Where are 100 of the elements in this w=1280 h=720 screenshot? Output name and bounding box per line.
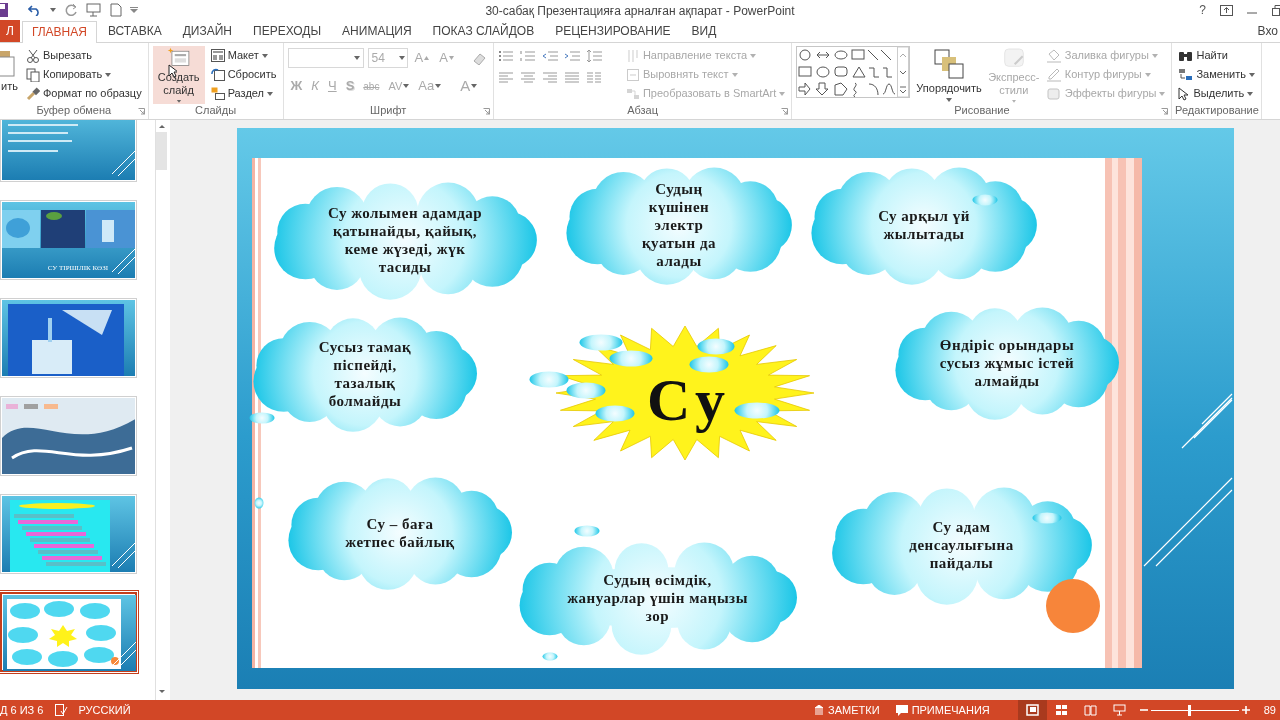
group-label: Слайды xyxy=(195,102,237,118)
circle-shape xyxy=(1045,578,1101,634)
binoculars-icon xyxy=(1178,49,1194,62)
scrollbar-thumb[interactable] xyxy=(156,132,167,170)
dialog-launcher-icon[interactable] xyxy=(137,108,145,115)
zoom-slider-thumb[interactable] xyxy=(1187,704,1191,716)
reading-view-icon xyxy=(1083,704,1097,716)
layout-button[interactable]: Макет xyxy=(208,46,279,65)
bubble-shape xyxy=(566,381,606,399)
redo-icon[interactable] xyxy=(64,3,78,17)
sign-in-link[interactable]: Вхо xyxy=(1257,20,1278,42)
copy-icon xyxy=(26,67,40,82)
slide-counter: Д 6 ИЗ 6 xyxy=(0,702,44,718)
cloud-text: Өндіріс орындары сусыз жұмыс істей алмайды xyxy=(939,335,1075,390)
line-spacing-icon[interactable] xyxy=(585,49,604,63)
window-title: 30-сабақ Презентацияға арналған ақпарат - PowerPoint xyxy=(485,3,795,20)
reset-icon xyxy=(210,68,225,81)
cloud-text: Су адам денсаулығына пайдалы xyxy=(908,518,1015,572)
layout-icon xyxy=(210,49,225,62)
file-tab[interactable]: Л xyxy=(0,20,20,42)
ribbon-display-icon[interactable] xyxy=(1220,4,1233,16)
paintbrush-icon xyxy=(26,86,40,101)
ribbon-tab[interactable]: АНИМАЦИЯ xyxy=(332,20,422,42)
scissors-icon xyxy=(26,48,40,63)
zoom-in-icon[interactable] xyxy=(1241,706,1250,714)
down-caret-icon xyxy=(448,56,454,60)
zoom-level[interactable]: 89 xyxy=(1263,701,1276,719)
comment-icon xyxy=(895,704,908,716)
ribbon-tab[interactable]: ПОКАЗ СЛАЙДОВ xyxy=(422,20,545,42)
reset-button[interactable]: Сбросить xyxy=(208,65,279,84)
cloud-text: Судың өсімдік, жануарлар үшін маңызы зор xyxy=(566,570,749,625)
copy-button[interactable]: Копировать xyxy=(24,65,144,84)
bubble-shape xyxy=(609,349,653,367)
smartart-icon xyxy=(625,86,640,101)
bubble-shape xyxy=(542,651,558,661)
bubble-shape xyxy=(574,525,600,537)
restore-icon[interactable] xyxy=(1272,4,1280,16)
bubble-shape xyxy=(595,404,635,422)
bubble-shape xyxy=(254,497,264,509)
cut-button[interactable]: Вырезать xyxy=(24,46,144,65)
group-label: Шрифт xyxy=(370,102,407,118)
ribbon-tab[interactable]: ПЕРЕХОДЫ xyxy=(243,20,332,42)
ribbon-tab[interactable]: РЕЦЕНЗИРОВАНИЕ xyxy=(545,20,681,42)
notes-button[interactable]: ЗАМЕТКИ xyxy=(810,700,884,720)
bubble-shape xyxy=(734,401,780,419)
arrange-icon xyxy=(932,47,967,79)
gallery-scroll-icon[interactable] xyxy=(897,47,910,97)
language-indicator[interactable]: РУССКИЙ xyxy=(78,701,131,719)
normal-view-button[interactable] xyxy=(1017,700,1047,720)
numbering-icon[interactable] xyxy=(519,49,538,63)
decrease-indent-icon[interactable] xyxy=(541,49,560,63)
eraser-icon xyxy=(471,51,486,65)
section-icon xyxy=(210,87,225,100)
replace-icon xyxy=(1178,68,1194,81)
pointer-icon xyxy=(1178,86,1191,101)
bubble-shape xyxy=(1032,512,1062,524)
spellcheck-icon[interactable] xyxy=(55,704,69,716)
notes-icon xyxy=(814,704,825,716)
find-button[interactable]: Найти xyxy=(1176,46,1257,65)
caret-icon xyxy=(353,56,360,60)
presenter-icon[interactable] xyxy=(86,3,102,17)
replace-button[interactable]: Заменить xyxy=(1176,65,1257,84)
undo-icon[interactable] xyxy=(28,4,42,16)
bubble-shape xyxy=(249,412,275,424)
align-text-icon xyxy=(625,67,640,82)
new-slide-button[interactable]: Создать слайд xyxy=(152,46,205,104)
cloud-text: Су арқыл үй жылытады xyxy=(877,207,971,243)
select-button[interactable]: Выделить xyxy=(1176,84,1257,103)
bubble-shape xyxy=(579,333,623,351)
format-painter-button[interactable]: Формат по образцу xyxy=(24,84,144,103)
zoom-out-icon[interactable] xyxy=(1139,706,1148,714)
bubble-shape xyxy=(972,194,998,206)
shapes-gallery[interactable] xyxy=(796,46,911,98)
bubble-shape xyxy=(697,337,735,355)
text-direction-icon xyxy=(625,48,640,63)
cloud-text: Су – баға жетпес байлық xyxy=(345,514,455,551)
slideshow-icon xyxy=(1112,704,1126,716)
customize-caret-icon[interactable] xyxy=(130,7,138,13)
ribbon-tab[interactable]: ГЛАВНАЯ xyxy=(21,21,97,43)
increase-indent-icon[interactable] xyxy=(563,49,582,63)
cloud-text: Су жолымен адамдар қатынайды, қайық, кеме жүзеді, жүк тасиды xyxy=(326,204,484,276)
caret-icon xyxy=(398,56,405,60)
bullets-icon[interactable] xyxy=(497,49,516,63)
comments-button[interactable]: ПРИМЕЧАНИЯ xyxy=(891,700,994,720)
scrollbar[interactable] xyxy=(155,120,168,700)
dialog-launcher-icon[interactable] xyxy=(1161,108,1169,115)
arrange-button[interactable]: Упорядочить xyxy=(914,46,984,104)
cloud-text: Судың күшінен электр қуатын да алады xyxy=(640,180,718,270)
new-document-icon[interactable] xyxy=(110,3,122,17)
ribbon-tab[interactable]: ВСТАВКА xyxy=(97,20,172,42)
ribbon-tab[interactable]: ДИЗАЙН xyxy=(172,20,243,42)
group-label: Редактирование xyxy=(1175,102,1259,118)
normal-view-icon xyxy=(1025,704,1039,716)
section-button[interactable]: Раздел xyxy=(208,84,279,103)
paste-button[interactable]: ить xyxy=(0,46,20,104)
ribbon-tab[interactable]: ВИД xyxy=(681,20,727,42)
paint-bucket-icon xyxy=(1045,48,1062,63)
group-label: Абзац xyxy=(627,102,659,118)
help-button[interactable]: ? xyxy=(1199,1,1206,19)
dialog-launcher-icon[interactable] xyxy=(781,108,789,115)
